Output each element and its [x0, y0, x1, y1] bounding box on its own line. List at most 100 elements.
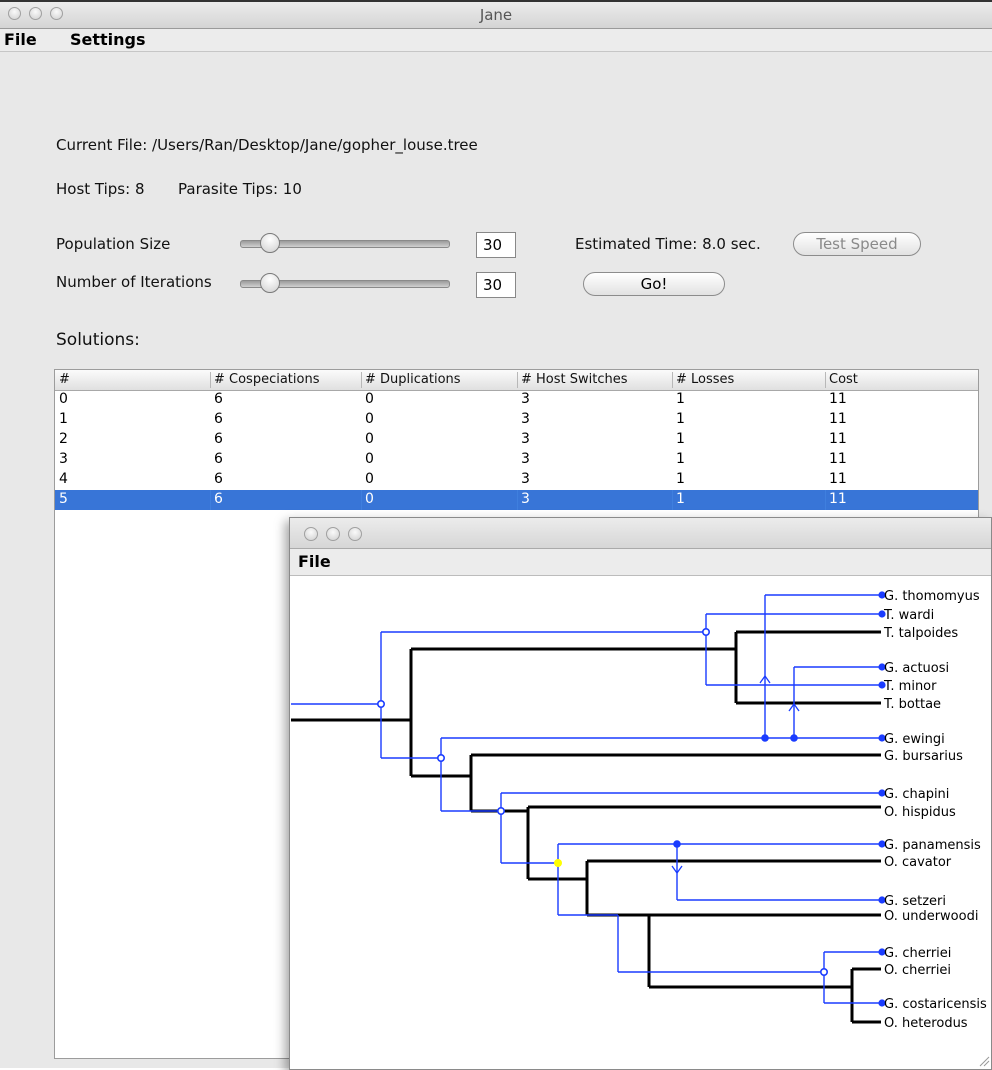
table-row[interactable]: 3 6 0 3 1 11 — [55, 450, 978, 470]
tree-close-button[interactable] — [304, 527, 318, 541]
table-cell: 5 — [59, 491, 68, 507]
tree-menu-bar: File — [290, 549, 991, 576]
tip-label: G. chapini — [884, 787, 949, 802]
column-header[interactable]: Cost — [829, 372, 858, 387]
table-cell: 0 — [365, 471, 374, 487]
table-row[interactable]: 4 6 0 3 1 11 — [55, 470, 978, 490]
tree-menu-file[interactable]: File — [298, 552, 331, 571]
tip-label: O. cherriei — [884, 963, 951, 978]
table-header: # # Cospeciations # Duplications # Host Swi… — [55, 370, 978, 391]
window-title: Jane — [479, 6, 513, 24]
title-bar[interactable]: Jane — [0, 2, 992, 29]
tip-label: G. thomomyus — [884, 589, 980, 604]
table-cell: 0 — [59, 391, 68, 407]
iterations-label: Number of Iterations — [56, 273, 212, 291]
table-row[interactable]: 1 6 0 3 1 11 — [55, 410, 978, 430]
tree-window-title-bar[interactable] — [290, 518, 991, 549]
menu-settings[interactable]: Settings — [70, 30, 146, 49]
column-header[interactable]: # Cospeciations — [214, 372, 319, 387]
table-cell: 3 — [521, 391, 530, 407]
parasite-node-icon — [437, 754, 446, 763]
parasite-node-icon — [819, 967, 828, 976]
table-cell: 1 — [59, 411, 68, 427]
tip-label: O. heterodus — [884, 1016, 968, 1031]
table-cell: 1 — [676, 471, 685, 487]
column-header[interactable]: # Host Switches — [521, 372, 628, 387]
tree-zoom-button[interactable] — [348, 527, 362, 541]
column-header[interactable]: # Duplications — [365, 372, 461, 387]
table-row[interactable]: 5 6 0 3 1 11 — [55, 490, 978, 510]
tip-label: T. wardi — [883, 608, 934, 623]
table-cell: 6 — [214, 491, 223, 507]
table-cell: 4 — [59, 471, 68, 487]
table-cell: 2 — [59, 431, 68, 447]
table-cell: 0 — [365, 451, 374, 467]
column-separator — [517, 372, 518, 388]
table-cell: 6 — [214, 411, 223, 427]
cell-separator — [517, 490, 518, 510]
tip-label: O. underwoodi — [884, 909, 978, 924]
tip-label: G. costaricensis — [884, 997, 987, 1012]
table-cell: 3 — [521, 491, 530, 507]
cell-separator — [825, 490, 826, 510]
tip-label: G. actuosi — [884, 661, 949, 676]
column-header[interactable]: # Losses — [676, 372, 734, 387]
tree-diagram: G. thomomyus T. wardi T. talpoides G. actuo… — [291, 589, 990, 1067]
table-cell: 0 — [365, 431, 374, 447]
tip-label: T. bottae — [883, 697, 941, 712]
tip-label: G. panamensis — [884, 838, 981, 853]
table-cell: 1 — [676, 391, 685, 407]
switch-node-icon — [761, 734, 769, 742]
table-cell: 6 — [214, 471, 223, 487]
tree-window: File G. thomomyus T. wardi T. talpoides G. … — [289, 517, 992, 1070]
test-speed-button[interactable]: Test Speed — [793, 232, 921, 256]
cell-separator — [210, 490, 211, 510]
parasite-node-icon — [497, 807, 506, 816]
parasite-tips-label: Parasite Tips: 10 — [178, 180, 302, 198]
column-separator — [672, 372, 673, 388]
tip-label: T. minor — [883, 679, 937, 694]
table-cell: 1 — [676, 491, 685, 507]
column-separator — [361, 372, 362, 388]
cell-separator — [672, 490, 673, 510]
tip-label: G. ewingi — [884, 732, 945, 747]
parasite-node-icon — [701, 627, 710, 636]
column-separator — [825, 372, 826, 388]
switch-node-icon — [673, 840, 681, 848]
table-row[interactable]: 2 6 0 3 1 11 — [55, 430, 978, 450]
column-header[interactable]: # — [59, 372, 70, 387]
population-size-slider-knob[interactable] — [260, 233, 280, 253]
table-cell: 6 — [214, 391, 223, 407]
table-cell: 0 — [365, 491, 374, 507]
table-cell: 11 — [829, 391, 847, 407]
estimated-time-label: Estimated Time: 8.0 sec. — [575, 235, 761, 253]
menu-bar: File Settings — [0, 29, 992, 52]
iterations-slider-knob[interactable] — [260, 273, 280, 293]
table-cell: 6 — [214, 451, 223, 467]
table-cell: 11 — [829, 411, 847, 427]
table-cell: 1 — [676, 411, 685, 427]
table-cell: 3 — [59, 451, 68, 467]
failure-node-icon — [554, 859, 562, 867]
parasite-node-icon — [377, 700, 386, 709]
go-button[interactable]: Go! — [583, 272, 725, 296]
table-cell: 1 — [676, 431, 685, 447]
tip-label: G. cherriei — [884, 946, 951, 961]
table-row[interactable]: 0 6 0 3 1 11 — [55, 390, 978, 410]
population-size-field[interactable] — [476, 232, 516, 258]
resize-grip-icon — [979, 1056, 990, 1067]
main-window: Jane File Settings Current File: /Users/… — [0, 0, 992, 1070]
table-cell: 11 — [829, 491, 847, 507]
table-cell: 1 — [676, 451, 685, 467]
menu-file[interactable]: File — [4, 30, 37, 49]
iterations-field[interactable] — [476, 272, 516, 298]
table-cell: 6 — [214, 431, 223, 447]
tip-label: O. hispidus — [884, 805, 956, 820]
table-cell: 11 — [829, 471, 847, 487]
current-file-label: Current File: /Users/Ran/Desktop/Jane/go… — [56, 136, 478, 154]
tree-minimize-button[interactable] — [326, 527, 340, 541]
table-cell: 11 — [829, 431, 847, 447]
column-separator — [210, 372, 211, 388]
host-tips-label: Host Tips: 8 — [56, 180, 145, 198]
cell-separator — [361, 490, 362, 510]
